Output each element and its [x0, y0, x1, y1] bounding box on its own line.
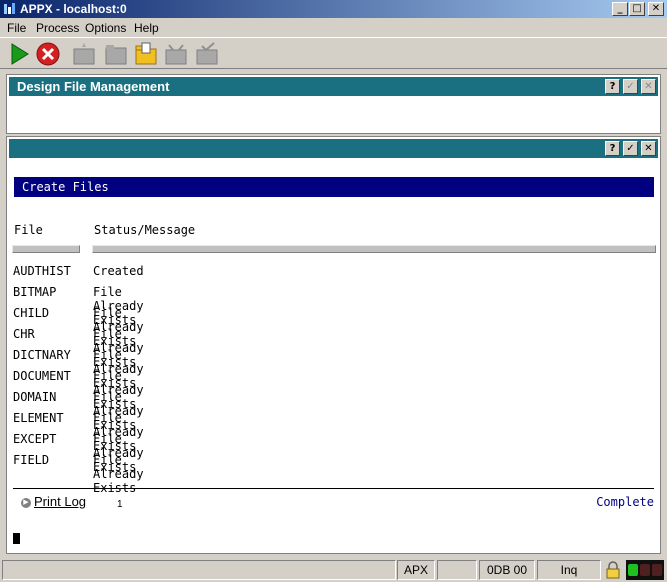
status-message [2, 560, 396, 580]
panel-title: Design File Management [17, 79, 170, 94]
tray-check-icon [196, 42, 218, 65]
page-count: 1 [117, 499, 123, 510]
text-cursor [13, 533, 20, 544]
stop-icon[interactable] [35, 41, 61, 67]
maximize-button[interactable]: □ [629, 2, 645, 16]
file-name: DOMAIN [13, 390, 57, 404]
lock-icon [606, 561, 620, 579]
inbox-icon [165, 44, 187, 65]
play-small-icon: ▶ [21, 497, 31, 508]
divider [13, 488, 654, 489]
close-panel-button[interactable]: ✕ [641, 79, 656, 94]
complete-status: Complete [596, 495, 654, 509]
window-title-bar: APPX - localhost:0 _ □ ✕ [0, 0, 667, 18]
menu-process[interactable]: Process [36, 21, 79, 35]
column-header-status: Status/Message [94, 223, 196, 237]
print-log-label: Print Log [34, 494, 87, 509]
menu-file[interactable]: File [7, 21, 26, 35]
appx-icon [4, 3, 15, 14]
status-empty [437, 560, 477, 580]
column-divider-file [12, 245, 80, 253]
ok-button[interactable]: ✓ [623, 141, 638, 156]
folder-icon [105, 45, 127, 65]
close-panel-button[interactable]: ✕ [641, 141, 656, 156]
help-button[interactable]: ? [605, 141, 620, 156]
file-name: AUDTHIST [13, 264, 71, 278]
column-header-file: File [14, 223, 43, 237]
status-db: 0DB 00 [479, 560, 535, 580]
ok-button[interactable]: ✓ [623, 79, 638, 94]
open-folder-icon[interactable] [133, 41, 159, 67]
status-mode: Inq [537, 560, 601, 580]
menu-options[interactable]: Options [85, 21, 126, 35]
play-icon[interactable] [6, 41, 32, 67]
file-status: Created [93, 264, 144, 278]
file-name: FIELD [13, 453, 50, 467]
window-title: APPX - localhost:0 [20, 2, 127, 16]
file-name: BITMAP [13, 285, 57, 299]
status-app: APX [397, 560, 435, 580]
activity-lights-icon [626, 560, 664, 580]
panel-header: Design File Management ? ✓ ✕ [7, 75, 660, 96]
file-name: EXCEPT [13, 432, 57, 446]
create-files-panel: ? ✓ ✕ Create Files File Status/Message A… [6, 136, 661, 554]
panel-header: ? ✓ ✕ [7, 137, 660, 158]
toolbar [0, 37, 667, 69]
column-divider-status [92, 245, 656, 253]
file-name: DICTNARY [13, 348, 71, 362]
close-button[interactable]: ✕ [648, 2, 664, 16]
status-bar: APX 0DB 00 Inq [0, 558, 667, 582]
file-name: ELEMENT [13, 411, 64, 425]
section-title: Create Files [22, 180, 109, 194]
file-name: CHR [13, 327, 35, 341]
new-record-icon [73, 43, 95, 65]
file-name: DOCUMENT [13, 369, 71, 383]
design-file-management-panel: Design File Management ? ✓ ✕ [6, 74, 661, 134]
file-name: CHILD [13, 306, 50, 320]
help-button[interactable]: ? [605, 79, 620, 94]
print-log-button[interactable]: ▶ Print Log [21, 494, 86, 509]
menu-help[interactable]: Help [134, 21, 159, 35]
minimize-button[interactable]: _ [612, 2, 628, 16]
menu-bar: File Process Options Help [0, 18, 667, 37]
section-title-bar: Create Files [14, 177, 654, 197]
